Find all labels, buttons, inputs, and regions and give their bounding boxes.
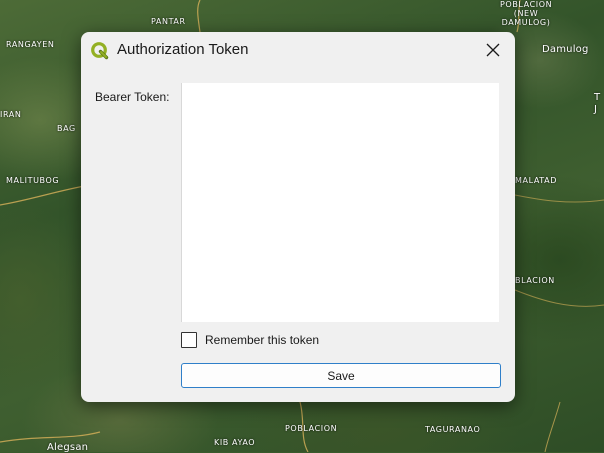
- close-icon: [486, 43, 500, 57]
- map-label-poblacion: POBLACION: [285, 424, 338, 433]
- remember-token-checkbox[interactable]: [181, 332, 197, 348]
- remember-token-label: Remember this token: [205, 333, 320, 347]
- close-button[interactable]: [480, 38, 506, 62]
- bearer-token-input[interactable]: [181, 83, 499, 322]
- qgis-logo-icon: [90, 41, 109, 60]
- map-label-edge-t: T: [594, 92, 601, 103]
- map-label-bag: BAG: [57, 124, 76, 133]
- map-label-malitubog: MALITUBOG: [6, 176, 60, 185]
- dialog-titlebar[interactable]: Authorization Token: [81, 32, 515, 68]
- map-label-alegsan: Alegsan: [47, 442, 89, 453]
- map-label-taguranao: TAGURANAO: [425, 425, 481, 434]
- map-label-blacion: BLACION: [515, 276, 555, 285]
- map-label-iran: IRAN: [0, 110, 22, 119]
- remember-token-checkbox-row[interactable]: Remember this token: [181, 332, 319, 348]
- map-label-edge-j: J: [594, 104, 598, 115]
- map-label-pantar: PANTAR: [151, 17, 186, 26]
- map-label-rangayen: RANGAYEN: [6, 40, 55, 49]
- map-label-damulog: Damulog: [542, 44, 589, 55]
- dialog-title: Authorization Token: [117, 41, 249, 58]
- authorization-token-dialog: Authorization Token Bearer Token: Rememb…: [81, 32, 515, 402]
- map-label-kibayao: KIB AYAO: [214, 438, 256, 447]
- save-button[interactable]: Save: [181, 363, 501, 388]
- map-label-poblacion-new-damulog: POBLACION (NEW DAMULOG): [500, 0, 553, 27]
- bearer-token-label: Bearer Token:: [95, 90, 170, 104]
- map-label-malatad: MALATAD: [515, 176, 557, 185]
